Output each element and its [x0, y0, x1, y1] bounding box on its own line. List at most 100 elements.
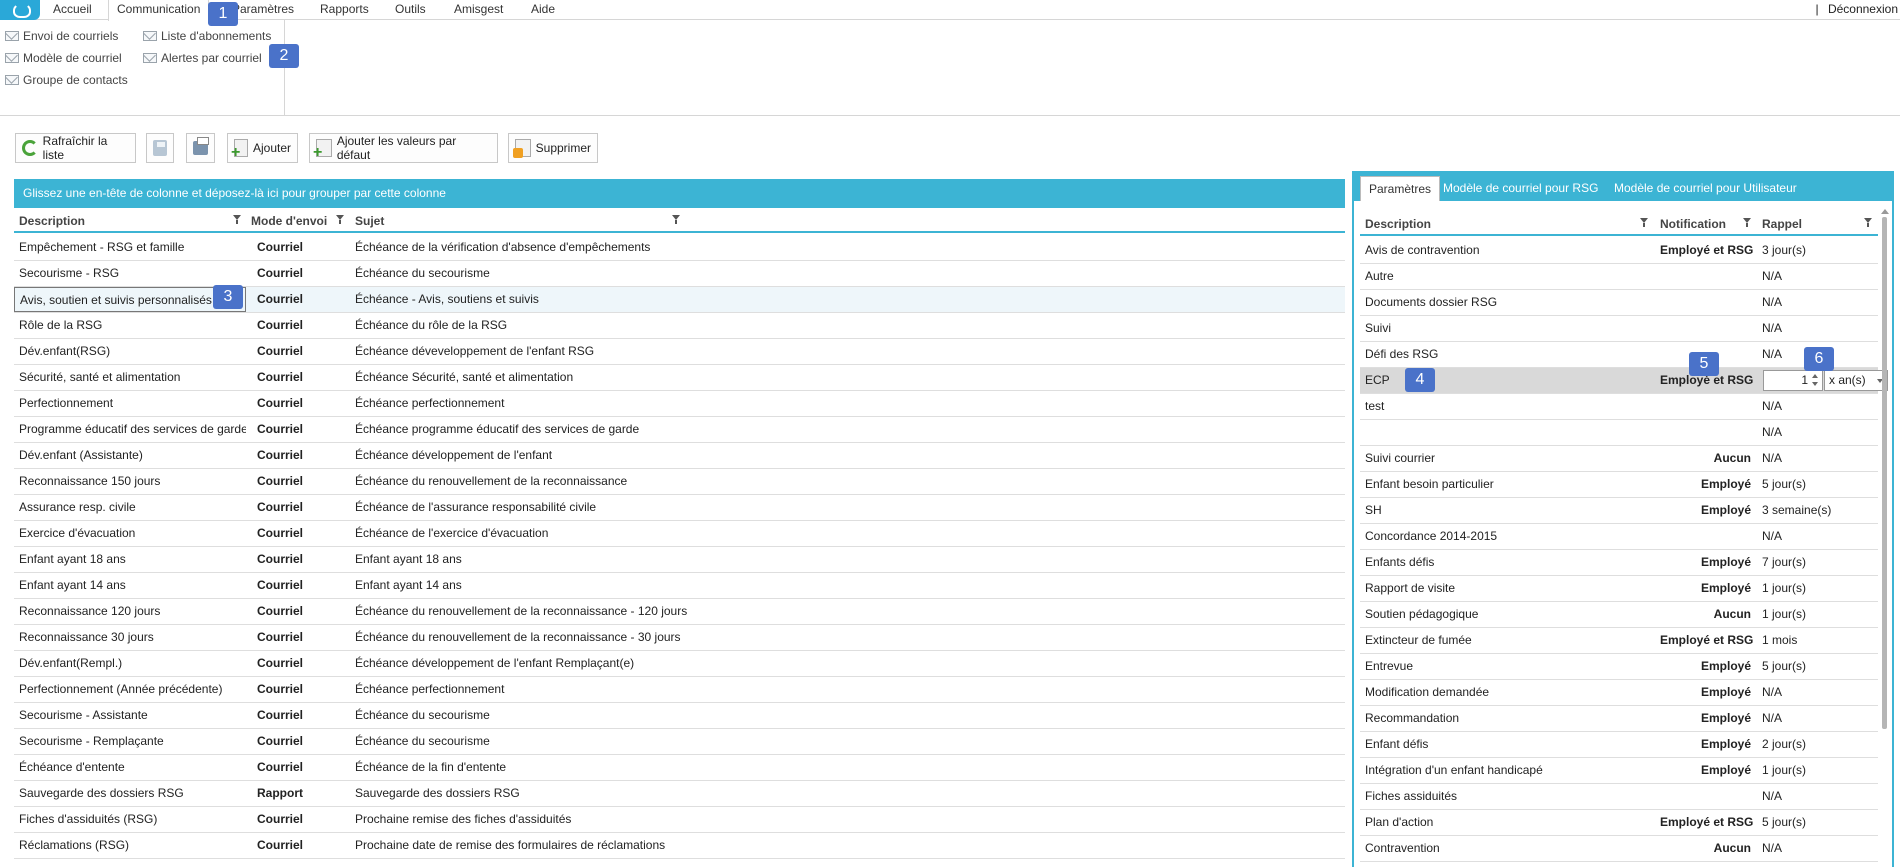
cell-description: Suivi courrier [1365, 451, 1436, 465]
save-button[interactable] [146, 133, 174, 163]
table-row[interactable]: Fiches d'assiduités (RSG) Courriel Prochai… [14, 807, 1345, 833]
menu-rapports[interactable]: Rapports [312, 0, 377, 20]
menu-amisgest[interactable]: Amisgest [446, 0, 511, 20]
filter-icon[interactable] [672, 215, 681, 225]
ribbon-modele-courriel[interactable]: Modèle de courriel [5, 49, 122, 67]
tab-parametres[interactable]: Paramètres [1360, 176, 1441, 201]
cell-rappel: N/A [1762, 711, 1783, 725]
ribbon-alertes-courriel[interactable]: Alertes par courriel [143, 49, 262, 67]
cell-description: Assurance resp. civile [19, 500, 136, 514]
filter-icon[interactable] [336, 215, 345, 225]
table-row[interactable]: Suivi courrier Aucun N/A [1360, 446, 1878, 472]
table-row[interactable]: Programme éducatif des services de garde… [14, 417, 1345, 443]
filter-icon[interactable] [1743, 218, 1752, 228]
table-row[interactable]: Secourisme - Assistante Courriel Échéance … [14, 703, 1345, 729]
table-row[interactable]: Secourisme - RSG Courriel Échéance du seco… [14, 261, 1345, 287]
table-row[interactable]: ECP Employé et RSG 1 x an(s) [1360, 368, 1888, 394]
tab-modele-utilisateur[interactable]: Modèle de courriel pour Utilisateur [1606, 176, 1805, 201]
table-row[interactable]: Perfectionnement Courriel Échéance perfect… [14, 391, 1345, 417]
cell-notification [1655, 394, 1757, 419]
rappel-unit-select[interactable]: x an(s) [1824, 370, 1888, 391]
table-row[interactable]: Enfant besoin particulier Employé 5 jour(s… [1360, 472, 1878, 498]
table-row[interactable]: Reconnaissance 120 jours Courriel Échéance… [14, 599, 1345, 625]
table-row[interactable]: Reconnaissance 150 jours Courriel Échéance… [14, 469, 1345, 495]
col-header-rappel[interactable]: Rappel [1757, 213, 1878, 235]
print-button[interactable] [186, 133, 215, 163]
table-row[interactable]: Secourisme - Remplaçante Courriel Échéance… [14, 729, 1345, 755]
table-row[interactable]: Exercice d'évacuation Courriel Échéance de… [14, 521, 1345, 547]
table-row[interactable]: Dév.enfant(RSG) Courriel Échéance dévevelo… [14, 339, 1345, 365]
table-row[interactable]: Contravention Aucun N/A [1360, 836, 1878, 862]
cell-description: Rapport de visite [1365, 581, 1456, 595]
menu-aide[interactable]: Aide [523, 0, 563, 20]
cell-description: Reconnaissance 150 jours [19, 474, 161, 488]
col-header-description[interactable]: Description [1360, 213, 1655, 235]
table-row[interactable]: Dév.enfant (Assistante) Courriel Échéance … [14, 443, 1345, 469]
col-header-notification[interactable]: Notification [1655, 213, 1757, 235]
table-row[interactable]: Extincteur de fumée Employé et RSG 1 mois [1360, 628, 1878, 654]
table-row[interactable]: Plan d'action Employé et RSG 5 jour(s) [1360, 810, 1878, 836]
rappel-quantity-stepper[interactable]: 1 [1763, 370, 1823, 391]
marker-5: 5 [1689, 352, 1719, 376]
cell-description: Extincteur de fumée [1365, 633, 1472, 647]
logout-link[interactable]: Déconnexion [1828, 2, 1898, 16]
menu-accueil[interactable]: Accueil [45, 0, 100, 20]
app-logo-icon[interactable] [0, 0, 40, 20]
menu-outils[interactable]: Outils [387, 0, 434, 20]
table-row[interactable]: Enfant ayant 14 ans Courriel Enfant ayant … [14, 573, 1345, 599]
refresh-button[interactable]: Rafraîchir la liste [15, 133, 136, 163]
table-row[interactable]: Rôle de la RSG Courriel Échéance du rôle d… [14, 313, 1345, 339]
refresh-icon [22, 140, 38, 156]
ribbon-liste-abonnements[interactable]: Liste d'abonnements [143, 27, 271, 45]
delete-button[interactable]: Supprimer [508, 133, 598, 163]
table-row[interactable]: Suivi N/A [1360, 316, 1878, 342]
table-row[interactable]: Modification demandée Employé N/A [1360, 680, 1878, 706]
table-row[interactable]: Soutien pédagogique Aucun 1 jour(s) [1360, 602, 1878, 628]
table-row[interactable]: Reconnaissance 30 jours Courriel Échéance … [14, 625, 1345, 651]
scroll-thumb[interactable] [1882, 217, 1887, 729]
table-row[interactable]: Concordance 2014-2015 N/A [1360, 524, 1878, 550]
table-row[interactable]: N/A [1360, 420, 1878, 446]
scroll-up-icon[interactable] [1881, 209, 1889, 214]
table-row[interactable]: Dév.enfant(Rempl.) Courriel Échéance dével… [14, 651, 1345, 677]
table-row[interactable]: test N/A [1360, 394, 1878, 420]
table-row[interactable]: Assurance resp. civile Courriel Échéance d… [14, 495, 1345, 521]
table-row[interactable]: Sécurité, santé et alimentation Courriel É… [14, 365, 1345, 391]
table-row[interactable]: SH Employé 3 semaine(s) [1360, 498, 1878, 524]
group-drop-zone[interactable]: Glissez une en-tête de colonne et dépose… [14, 179, 1345, 208]
table-row[interactable]: Enfants défis Employé 7 jour(s) [1360, 550, 1878, 576]
col-header-mode[interactable]: Mode d'envoi [246, 210, 350, 232]
add-button[interactable]: Ajouter [227, 133, 298, 163]
table-row[interactable]: Empêchement - RSG et famille Courriel Éché… [14, 235, 1345, 261]
table-row[interactable]: Défi des RSG N/A [1360, 342, 1878, 368]
cell-rappel: N/A [1762, 425, 1783, 439]
table-row[interactable]: Entrevue Employé 5 jour(s) [1360, 654, 1878, 680]
table-row[interactable]: Recommandation Employé N/A [1360, 706, 1878, 732]
ribbon-groupe-contacts[interactable]: Groupe de contacts [5, 71, 128, 89]
table-row[interactable]: Enfant ayant 18 ans Courriel Enfant ayant … [14, 547, 1345, 573]
table-row[interactable]: Perfectionnement (Année précédente) Courr… [14, 677, 1345, 703]
table-row[interactable]: Intégration d'un enfant handicapé Employé… [1360, 758, 1878, 784]
filter-icon[interactable] [1864, 218, 1873, 228]
cell-mode: Courriel [257, 708, 304, 722]
filter-icon[interactable] [1640, 218, 1649, 228]
tab-modele-rsg[interactable]: Modèle de courriel pour RSG [1435, 176, 1606, 201]
col-header-sujet[interactable]: Sujet [350, 210, 690, 232]
table-row[interactable]: Échéance d'entente Courriel Échéance de la… [14, 755, 1345, 781]
table-row[interactable]: Fiches assiduités N/A [1360, 784, 1878, 810]
table-row[interactable]: Documents dossier RSG N/A [1360, 290, 1878, 316]
cell-rappel: 5 jour(s) [1762, 815, 1807, 829]
stepper-arrows-icon[interactable] [1812, 373, 1820, 388]
table-row[interactable]: Sauvegarde des dossiers RSG Rapport Sauveg… [14, 781, 1345, 807]
table-row[interactable]: Autre N/A [1360, 264, 1878, 290]
table-row[interactable]: Réclamations (RSG) Courriel Prochaine date… [14, 833, 1345, 859]
table-row[interactable]: Enfant défis Employé 2 jour(s) [1360, 732, 1878, 758]
table-row[interactable]: Avis de contravention Employé et RSG 3 jou… [1360, 238, 1878, 264]
add-defaults-button[interactable]: Ajouter les valeurs par défaut [309, 133, 498, 163]
right-scrollbar[interactable] [1881, 209, 1889, 729]
menu-communication[interactable]: Communication [108, 0, 210, 21]
table-row[interactable]: Rapport de visite Employé 1 jour(s) [1360, 576, 1878, 602]
filter-icon[interactable] [233, 215, 242, 225]
col-header-description[interactable]: Description [14, 210, 246, 232]
ribbon-envoi-courriels[interactable]: Envoi de courriels [5, 27, 118, 45]
